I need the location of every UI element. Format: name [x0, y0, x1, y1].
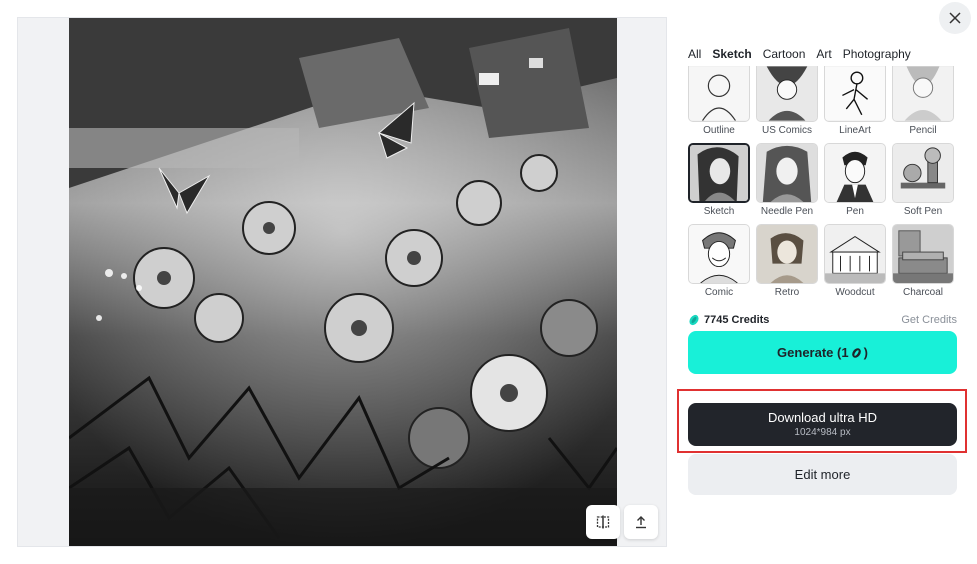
style-thumbnail — [892, 143, 954, 203]
style-thumbnail — [756, 66, 818, 122]
style-thumbnail — [824, 143, 886, 203]
style-label: Retro — [774, 287, 800, 298]
style-needle-pen[interactable]: Needle Pen — [756, 143, 818, 224]
style-pencil[interactable]: Pencil — [892, 66, 954, 143]
style-label: Outline — [703, 125, 735, 136]
style-sketch[interactable]: Sketch — [688, 143, 750, 224]
style-label: Woodcut — [835, 287, 875, 298]
credit-coin-icon — [689, 314, 699, 326]
credits-balance: 7745 Credits — [688, 314, 769, 326]
tab-all[interactable]: All — [688, 47, 701, 61]
style-pen[interactable]: Pen — [824, 143, 886, 224]
tab-art[interactable]: Art — [816, 47, 831, 61]
download-resolution: 1024*984 px — [794, 427, 851, 438]
style-label: Comic — [704, 287, 734, 298]
style-label: Charcoal — [902, 287, 944, 298]
image-preview-panel — [17, 17, 667, 547]
style-thumbnail — [892, 66, 954, 122]
style-woodcut[interactable]: Woodcut — [824, 224, 886, 305]
generate-button[interactable]: Generate (1 ) — [688, 331, 957, 374]
style-soft-pen[interactable]: Soft Pen — [892, 143, 954, 224]
style-thumbnail — [756, 224, 818, 284]
download-title: Download ultra HD — [767, 410, 878, 425]
style-thumbnail — [688, 224, 750, 284]
style-us-comics[interactable]: US Comics — [756, 66, 818, 143]
generated-sketch-image — [69, 18, 617, 546]
style-lineart[interactable]: LineArt — [824, 66, 886, 143]
style-thumbnail — [756, 143, 818, 203]
style-label: Needle Pen — [760, 206, 814, 217]
compare-icon — [596, 515, 610, 529]
upload-icon — [636, 516, 646, 529]
tab-sketch[interactable]: Sketch — [712, 47, 751, 61]
style-thumbnail — [824, 66, 886, 122]
style-outline[interactable]: Outline — [688, 66, 750, 143]
credits-amount: 7745 Credits — [704, 314, 770, 326]
style-thumbnail — [892, 224, 954, 284]
edit-more-button[interactable]: Edit more — [688, 454, 957, 495]
style-label: LineArt — [839, 125, 871, 136]
style-comic[interactable]: Comic — [688, 224, 750, 305]
close-icon — [949, 12, 961, 24]
style-label: Pen — [846, 206, 864, 217]
style-charcoal[interactable]: Charcoal — [892, 224, 954, 305]
download-ultra-hd-button[interactable]: Download ultra HD 1024*984 px — [688, 403, 957, 446]
style-thumbnail — [824, 224, 886, 284]
style-label: Pencil — [909, 125, 937, 136]
generate-label-end: ) — [863, 345, 868, 360]
style-thumbnail — [688, 66, 750, 122]
style-retro[interactable]: Retro — [756, 224, 818, 305]
tab-photography[interactable]: Photography — [843, 47, 911, 61]
style-grid: Outline US Comics LineArt Pencil Sketch … — [688, 66, 958, 305]
compare-button[interactable] — [586, 505, 620, 539]
style-label: Soft Pen — [903, 206, 943, 217]
credit-coin-icon — [851, 347, 861, 358]
style-thumbnail — [688, 143, 750, 203]
style-category-tabs: All Sketch Cartoon Art Photography — [688, 40, 958, 68]
tab-cartoon[interactable]: Cartoon — [763, 47, 806, 61]
close-button[interactable] — [939, 2, 971, 34]
get-credits-link[interactable]: Get Credits — [901, 314, 957, 326]
credits-row: 7745 Credits Get Credits — [688, 312, 957, 328]
share-button[interactable] — [624, 505, 658, 539]
style-label: Sketch — [703, 206, 735, 217]
generate-label: Generate (1 — [777, 345, 849, 360]
style-label: US Comics — [761, 125, 812, 136]
